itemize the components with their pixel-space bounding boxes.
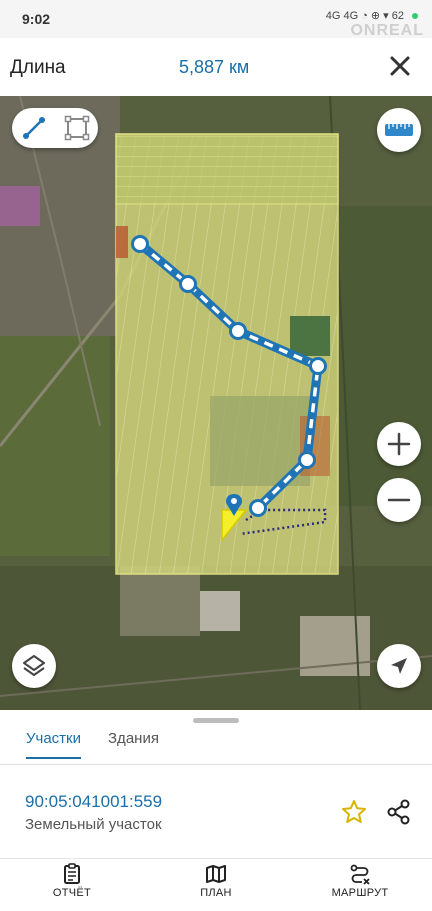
share-icon[interactable] [385,798,413,826]
measure-length-value: 5,887 км [179,57,250,77]
highlighted-parcel-red [116,226,128,258]
notification-dot [412,12,418,19]
map-canvas[interactable] [0,96,432,710]
minus-icon [387,498,411,502]
status-indicator-text: 4G 4G ◔ ⊕ ▾ 62 [325,10,404,22]
nav-plan-label: ПЛАН [200,887,232,899]
route-vertex[interactable] [229,322,247,340]
nav-report-label: ОТЧЁТ [52,887,92,899]
parcel-info-panel: Участки Здания 90:05:041001:559 Земельны… [0,710,432,858]
route-icon [350,864,370,885]
nav-route-label: МАРШРУТ [331,887,389,899]
tab-parcels[interactable]: Участки [26,730,81,759]
tab-bar: Участки Здания [0,724,432,765]
panel-drag-handle[interactable] [193,718,239,723]
measurement-header: Длина 5,887 км [0,38,432,97]
parcel-type: Земельный участок [25,816,162,833]
area-measure-icon[interactable] [59,110,95,146]
route-vertex[interactable] [131,235,149,253]
status-indicators: 4G 4G ◔ ⊕ ▾ 62 [326,9,418,22]
nav-report[interactable]: ОТЧЁТ [17,863,127,899]
measure-mode-toggle[interactable] [12,108,98,148]
tab-buildings[interactable]: Здания [108,730,159,757]
route-vertex[interactable] [249,499,267,517]
layers-button[interactable] [12,644,56,688]
route-vertex[interactable] [179,275,197,293]
star-icon[interactable] [340,798,368,826]
field-dark [0,336,110,556]
zoom-out-button[interactable] [377,478,421,522]
field-east [330,206,432,506]
green-field [290,316,330,356]
highlighted-parcel-pink [0,186,40,226]
route-vertex[interactable] [309,357,327,375]
nav-route[interactable]: МАРШРУТ [305,863,415,899]
parcel-cadastral-number[interactable]: 90:05:041001:559 [25,792,162,812]
measure-title: Длина [10,57,66,78]
clipboard-icon [64,863,80,884]
cadastral-parcels-north[interactable] [115,133,339,205]
locate-button[interactable] [377,644,421,688]
layers-icon [23,655,45,676]
satellite-map[interactable] [0,96,432,710]
map-icon [206,865,226,883]
village-south [120,566,200,636]
line-measure-icon[interactable] [16,110,52,146]
status-time: 9:02 [22,11,51,27]
close-icon[interactable] [386,52,414,80]
nav-plan[interactable]: ПЛАН [161,863,271,899]
ruler-button[interactable] [377,108,421,152]
plus-icon [387,432,411,456]
bottom-navigation: ОТЧЁТ ПЛАН МАРШРУТ [0,858,432,911]
navigation-arrow-icon [391,658,407,674]
zoom-in-button[interactable] [377,422,421,466]
route-vertex[interactable] [298,451,316,469]
cloud-patch [200,591,240,631]
ruler-icon [385,124,413,136]
